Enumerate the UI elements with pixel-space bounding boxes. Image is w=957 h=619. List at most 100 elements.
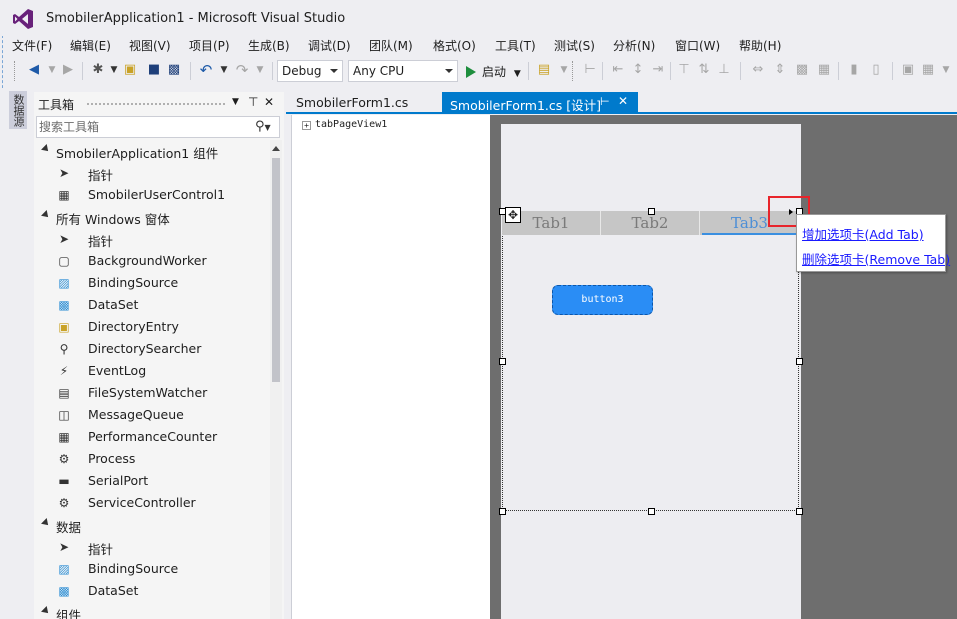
align-lefts-icon[interactable]: ⇤	[610, 62, 626, 78]
expand-plus-icon[interactable]: +	[302, 121, 311, 130]
scroll-up-icon[interactable]	[272, 146, 280, 151]
resize-handle[interactable]	[648, 508, 655, 515]
toolbox-group[interactable]: 所有 Windows 窗体	[34, 206, 270, 228]
bring-to-front-icon[interactable]: ▣	[900, 62, 916, 78]
menu-file[interactable]: 文件(F)	[12, 37, 52, 54]
save-icon[interactable]: ■	[146, 62, 162, 78]
data-sources-side-tab[interactable]: 数据源	[9, 91, 27, 129]
menu-format[interactable]: 格式(O)	[433, 37, 476, 54]
menu-analyze[interactable]: 分析(N)	[613, 37, 655, 54]
align-middles-icon[interactable]: ⇅	[696, 62, 712, 78]
send-to-back-icon[interactable]: ▦	[920, 62, 936, 78]
expander-triangle-icon[interactable]	[41, 606, 51, 616]
toolbox-drag-grip[interactable]	[86, 102, 226, 106]
expander-triangle-icon[interactable]	[41, 518, 51, 528]
toolbox-item[interactable]: ➤ 指针	[34, 162, 270, 184]
dropdown-arrow-icon[interactable]: ▼	[216, 62, 232, 78]
resize-handle[interactable]	[796, 508, 803, 515]
toolbox-item[interactable]: ▩ DataSet	[34, 580, 270, 602]
toolbox-item[interactable]: ◫ MessageQueue	[34, 404, 270, 426]
toolbar-grip[interactable]	[572, 61, 575, 81]
menu-tools[interactable]: 工具(T)	[495, 37, 536, 54]
toolbox-item[interactable]: ▣ DirectoryEntry	[34, 316, 270, 338]
add-tab-link[interactable]: 增加选项卡(Add Tab)	[802, 224, 924, 243]
open-icon[interactable]: ▣	[122, 62, 138, 78]
make-same-size-icon[interactable]: ▩	[794, 62, 810, 78]
menu-build[interactable]: 生成(B)	[248, 37, 290, 54]
increase-spacing-icon[interactable]: ▯	[868, 62, 884, 78]
toolbox-group[interactable]: 组件	[34, 602, 270, 619]
back-icon[interactable]: ◀	[26, 62, 42, 78]
button3-control[interactable]: button3	[552, 285, 653, 315]
toolbox-item[interactable]: ➤ 指针	[34, 536, 270, 558]
toolbox-item[interactable]: ▦ SmobilerUserControl1	[34, 184, 270, 206]
make-same-height-icon[interactable]: ⇕	[772, 62, 788, 78]
new-project-icon[interactable]: ✱	[90, 62, 106, 78]
toolbar-grip[interactable]	[14, 61, 17, 81]
horizontal-spacing-icon[interactable]: ▮	[846, 62, 862, 78]
toolbox-item[interactable]: ▨ BindingSource	[34, 558, 270, 580]
menu-window[interactable]: 窗口(W)	[675, 37, 720, 54]
window-position-dropdown-icon[interactable]: ▼	[232, 97, 239, 107]
toolbox-item[interactable]: ⚲ DirectorySearcher	[34, 338, 270, 360]
save-all-icon[interactable]: ▩	[166, 62, 182, 78]
smart-tag-arrow-icon[interactable]	[789, 209, 793, 215]
platform-dropdown[interactable]: Any CPU	[348, 60, 458, 82]
align-bottoms-icon[interactable]: ⊥	[716, 62, 732, 78]
close-tab-icon[interactable]: ✕	[618, 94, 628, 108]
align-tops-icon[interactable]: ⊤	[676, 62, 692, 78]
make-same-width-icon[interactable]: ⇔	[750, 62, 766, 78]
toolbox-search-box[interactable]: ⚲▼	[36, 116, 280, 138]
tabpageview-selection-frame[interactable]	[502, 211, 799, 511]
resize-handle[interactable]	[648, 208, 655, 215]
outline-tree-node[interactable]: + tabPageView1	[302, 119, 387, 130]
toolbox-item[interactable]: ▦ PerformanceCounter	[34, 426, 270, 448]
remove-tab-link[interactable]: 删除选项卡(Remove Tab)	[802, 249, 950, 268]
menu-debug[interactable]: 调试(D)	[308, 37, 351, 54]
toolbox-item[interactable]: ⚡ EventLog	[34, 360, 270, 382]
toolbox-item[interactable]: ⚙ Process	[34, 448, 270, 470]
scrollbar-thumb[interactable]	[272, 158, 280, 382]
menu-edit[interactable]: 编辑(E)	[70, 37, 111, 54]
menu-project[interactable]: 项目(P)	[189, 37, 230, 54]
pin-tab-icon[interactable]: ⊢	[600, 95, 610, 108]
toolbox-search-input[interactable]	[39, 118, 249, 136]
toolbox-group[interactable]: 数据	[34, 514, 270, 536]
move-handle-icon[interactable]: ✥	[505, 207, 521, 223]
resize-handle[interactable]	[796, 358, 803, 365]
align-to-grid-icon[interactable]: ⊢	[582, 62, 598, 78]
dropdown-arrow-icon[interactable]: ▼	[556, 62, 572, 78]
toolbox-scrollbar[interactable]	[270, 140, 282, 619]
expander-triangle-icon[interactable]	[41, 210, 51, 220]
toolbox-item[interactable]: ➤ 指针	[34, 228, 270, 250]
tab-smobilerform1-code[interactable]: SmobilerForm1.cs	[288, 92, 420, 114]
toolbox-item[interactable]: ▤ FileSystemWatcher	[34, 382, 270, 404]
redo-icon[interactable]: ↷	[234, 62, 250, 78]
toolbox-item[interactable]: ⚙ ServiceController	[34, 492, 270, 514]
menu-test[interactable]: 测试(S)	[554, 37, 595, 54]
menu-view[interactable]: 视图(V)	[129, 37, 171, 54]
align-centers-icon[interactable]: ↕	[630, 62, 646, 78]
forward-icon[interactable]: ▶	[60, 62, 76, 78]
dropdown-arrow-icon[interactable]: ▼	[44, 62, 60, 78]
tab-smobilerform1-design[interactable]: SmobilerForm1.cs [设计] ⊢ ✕	[442, 92, 638, 114]
size-to-grid-icon[interactable]: ▦	[816, 62, 832, 78]
resize-handle[interactable]	[499, 358, 506, 365]
solution-config-dropdown[interactable]: Debug	[277, 60, 343, 82]
undo-icon[interactable]: ↶	[198, 62, 214, 78]
auto-hide-pin-icon[interactable]: ⊤	[248, 95, 258, 109]
expander-triangle-icon[interactable]	[41, 144, 51, 154]
menu-team[interactable]: 团队(M)	[369, 37, 413, 54]
toolbox-group[interactable]: SmobilerApplication1 组件	[34, 140, 270, 162]
toolbox-item[interactable]: ▬ SerialPort	[34, 470, 270, 492]
find-in-files-icon[interactable]: ▤	[536, 62, 552, 78]
search-icon[interactable]: ⚲▼	[255, 119, 271, 134]
toolbox-item[interactable]: ▢ BackgroundWorker	[34, 250, 270, 272]
toolbox-item[interactable]: ▨ BindingSource	[34, 272, 270, 294]
dropdown-arrow-icon[interactable]: ▼	[252, 62, 268, 78]
toolbar-overflow-icon[interactable]: ▼	[938, 62, 954, 78]
menu-help[interactable]: 帮助(H)	[739, 37, 781, 54]
start-debug-button[interactable]: 启动 ▼	[466, 63, 521, 80]
align-rights-icon[interactable]: ⇥	[650, 62, 666, 78]
resize-handle[interactable]	[499, 508, 506, 515]
